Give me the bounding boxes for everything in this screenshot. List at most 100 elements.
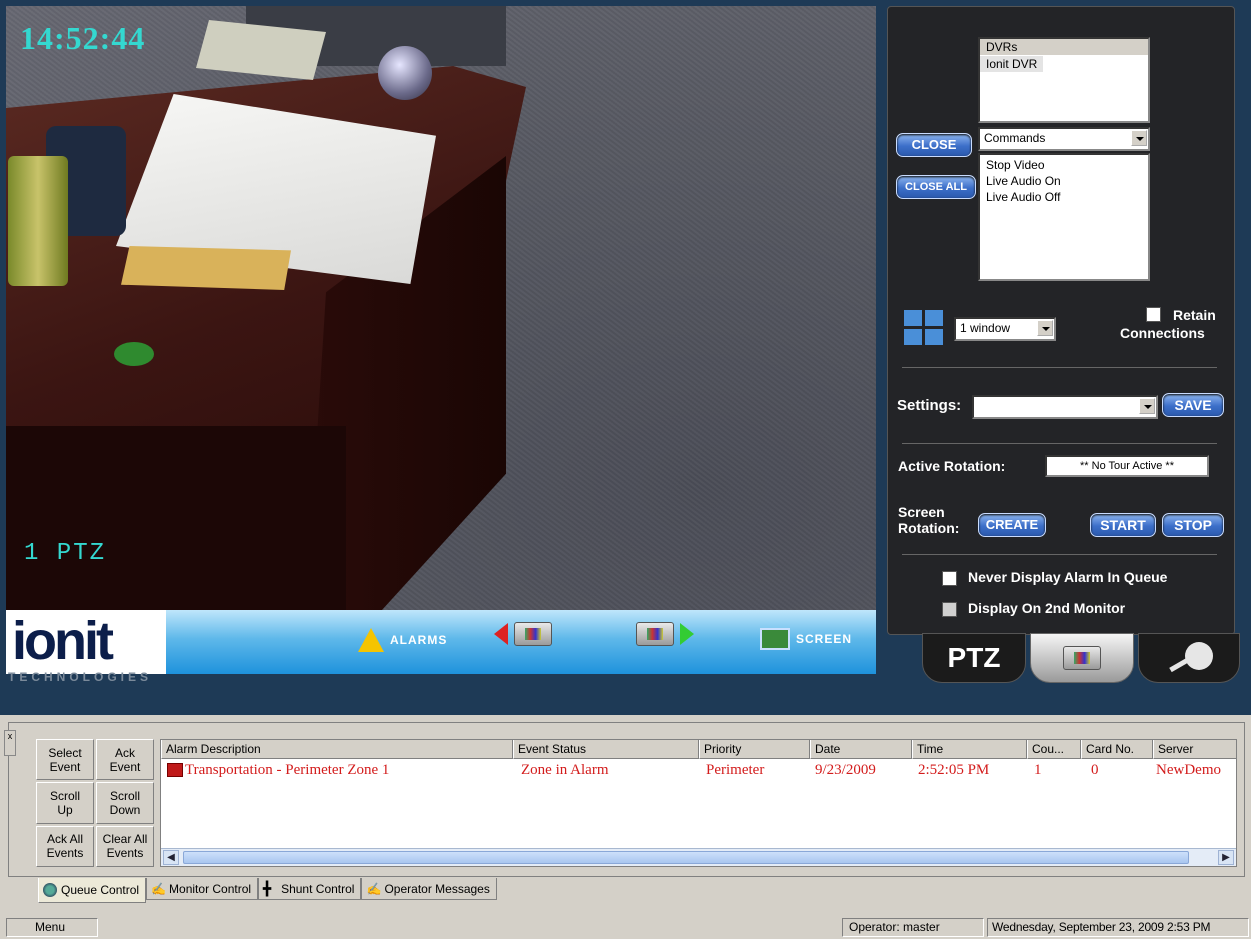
menu-button[interactable]: Menu	[6, 918, 98, 937]
cell-count: 1	[1034, 762, 1042, 778]
arrow-left-icon	[494, 623, 508, 645]
dvr-list[interactable]: DVRs Ionit DVR	[978, 37, 1150, 123]
window-count-select[interactable]: 1 window	[954, 317, 1056, 341]
video-envelope	[121, 246, 291, 290]
tab-label: Operator Messages	[384, 881, 490, 896]
cell-status: Zone in Alarm	[521, 762, 609, 778]
video-desk-side	[6, 426, 346, 610]
start-rotation-button[interactable]: START	[1090, 513, 1156, 537]
table-header: Alarm Description Event Status Priority …	[161, 740, 1236, 759]
commands-select-value: Commands	[984, 131, 1046, 145]
column-alarm-description[interactable]: Alarm Description	[161, 740, 513, 759]
active-rotation-value: ** No Tour Active **	[1045, 455, 1209, 477]
status-bar: Menu Operator: master Wednesday, Septemb…	[0, 915, 1251, 939]
column-event-status[interactable]: Event Status	[513, 740, 699, 759]
scroll-down-button[interactable]: Scroll Down	[96, 782, 154, 824]
warning-icon	[358, 628, 384, 652]
active-rotation-label: Active Rotation:	[898, 458, 1006, 474]
close-all-button[interactable]: CLOSE ALL	[896, 175, 976, 199]
tab-ptz[interactable]: PTZ	[922, 633, 1026, 683]
never-display-checkbox[interactable]	[942, 571, 957, 586]
command-item[interactable]: Live Audio On	[980, 173, 1148, 189]
retain-connections-checkbox[interactable]	[1146, 307, 1161, 322]
divider	[902, 554, 1217, 555]
command-item[interactable]: Live Audio Off	[980, 189, 1148, 205]
scroll-left-icon[interactable]: ◀	[163, 850, 179, 865]
tab-queue-control[interactable]: Queue Control	[38, 878, 147, 903]
camera-icon	[636, 622, 674, 646]
chevron-down-icon[interactable]	[1139, 398, 1155, 414]
camera-icon	[1063, 646, 1101, 670]
video-cap	[114, 342, 154, 366]
dvr-list-header: DVRs	[980, 39, 1148, 56]
commands-list[interactable]: Stop Video Live Audio On Live Audio Off	[978, 153, 1150, 281]
screen-icon	[760, 628, 790, 650]
control-panel: DVRs Ionit DVR CLOSE CLOSE ALL Commands …	[887, 6, 1235, 635]
commands-select[interactable]: Commands	[978, 127, 1150, 151]
column-priority[interactable]: Priority	[699, 740, 810, 759]
column-server[interactable]: Server	[1153, 740, 1236, 759]
ionit-logo: ionit	[12, 611, 114, 671]
ack-event-button[interactable]: Ack Event	[96, 739, 154, 781]
clear-all-events-button[interactable]: Clear All Events	[96, 825, 154, 867]
chevron-down-icon[interactable]	[1037, 320, 1053, 336]
save-button[interactable]: SAVE	[1162, 393, 1224, 417]
cell-date: 9/23/2009	[815, 762, 876, 778]
handshake-icon: ✍	[151, 881, 166, 896]
close-icon[interactable]: x	[4, 730, 16, 756]
scroll-right-icon[interactable]: ▶	[1218, 850, 1234, 865]
close-button[interactable]: CLOSE	[896, 133, 972, 157]
shunt-icon: ╋	[263, 880, 271, 896]
settings-label: Settings:	[897, 397, 962, 414]
divider	[902, 367, 1217, 368]
screen-button[interactable]: SCREEN	[760, 628, 852, 650]
logo-subtitle: TECHNOLOGIES	[8, 670, 153, 684]
tab-label: Shunt Control	[281, 881, 355, 896]
dvr-item[interactable]: Ionit DVR	[980, 56, 1044, 72]
column-date[interactable]: Date	[810, 740, 912, 759]
queue-button-grid: Select Event Ack Event Scroll Up Scroll Down…	[36, 739, 154, 867]
scroll-up-button[interactable]: Scroll Up	[36, 782, 94, 824]
osd-timestamp: 14:52:44	[20, 20, 146, 56]
command-item[interactable]: Stop Video	[980, 157, 1148, 173]
tab-search[interactable]	[1138, 633, 1240, 683]
viewer-toolbar: ionit ALARMS SCREEN	[6, 610, 876, 674]
select-event-button[interactable]: Select Event	[36, 739, 94, 781]
second-monitor-checkbox[interactable]	[942, 602, 957, 617]
alarm-table: Alarm Description Event Status Priority …	[160, 739, 1237, 867]
app-window: 14:52:44 1 PTZ ionit ALARMS SCREEN TECHN…	[0, 0, 1251, 939]
tab-monitor-control[interactable]: ✍ Monitor Control	[146, 878, 259, 900]
ack-all-events-button[interactable]: Ack All Events	[36, 825, 94, 867]
settings-select[interactable]	[972, 395, 1158, 419]
column-count[interactable]: Cou...	[1027, 740, 1081, 759]
cell-description: Transportation - Perimeter Zone 1	[185, 762, 390, 778]
alarms-button[interactable]: ALARMS	[358, 628, 447, 652]
chevron-down-icon[interactable]	[1131, 130, 1147, 146]
operator-status: Operator: master	[842, 918, 984, 937]
cell-server: NewDemo	[1156, 762, 1221, 778]
previous-camera-button[interactable]	[494, 622, 552, 646]
scroll-thumb[interactable]	[183, 851, 1189, 864]
datetime-status: Wednesday, September 23, 2009 2:53 PM	[987, 918, 1249, 937]
window-layout-icon[interactable]	[904, 310, 944, 346]
second-monitor-label: Display On 2nd Monitor	[968, 600, 1126, 616]
camera-video-feed[interactable]: 14:52:44 1 PTZ	[6, 6, 876, 610]
column-time[interactable]: Time	[912, 740, 1027, 759]
column-card-no[interactable]: Card No.	[1081, 740, 1153, 759]
message-icon: ✍	[366, 881, 382, 896]
alarms-label: ALARMS	[390, 633, 448, 647]
create-rotation-button[interactable]: CREATE	[978, 513, 1046, 537]
divider	[902, 443, 1217, 444]
video-globe	[378, 46, 432, 100]
horizontal-scrollbar[interactable]: ◀ ▶	[161, 848, 1236, 866]
logo-area: ionit	[6, 610, 166, 674]
rotation-label-line2: Rotation:	[898, 520, 960, 536]
magnifier-icon	[1169, 642, 1213, 672]
stop-rotation-button[interactable]: STOP	[1162, 513, 1224, 537]
queue-tabs: Queue Control ✍ Monitor Control ╋ Shunt …	[38, 878, 497, 903]
tab-shunt-control[interactable]: ╋ Shunt Control	[258, 878, 362, 900]
tab-operator-messages[interactable]: ✍ Operator Messages	[361, 878, 497, 900]
tab-camera[interactable]	[1030, 633, 1134, 683]
video-bottle	[8, 156, 68, 286]
next-camera-button[interactable]	[636, 622, 694, 646]
